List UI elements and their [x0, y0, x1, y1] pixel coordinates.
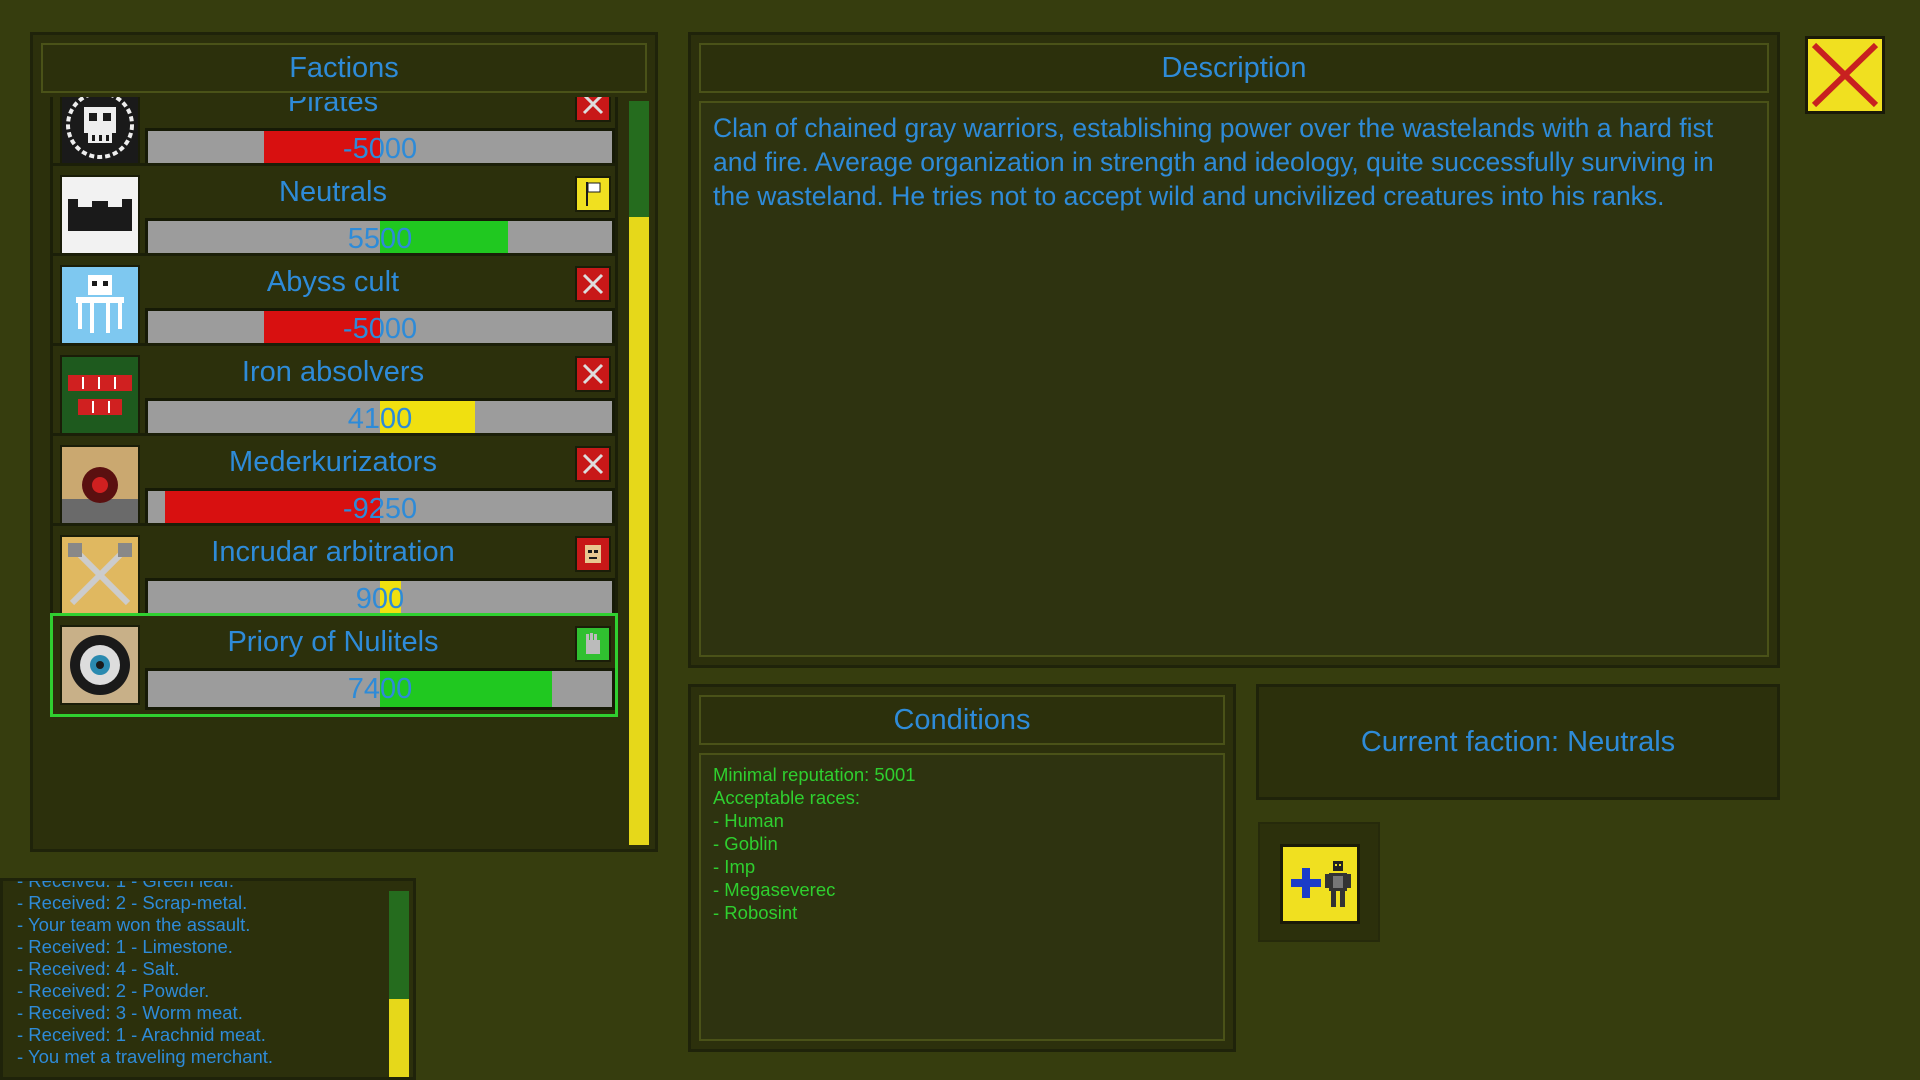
skull-icon	[60, 97, 140, 165]
log-line: - Received: 3 - Worm meat.	[17, 1002, 243, 1023]
condition-line: - Goblin	[713, 833, 778, 854]
log-scroll-thumb[interactable]	[389, 999, 409, 1077]
reputation-value: -9250	[342, 493, 418, 525]
join-faction-icon	[1291, 861, 1351, 907]
condition-line: - Imp	[713, 856, 756, 877]
condition-line: - Robosint	[713, 902, 798, 923]
factions-panel: Factions Pirates -5000 Neutrals 5500 Abyss c…	[30, 32, 658, 852]
mask-icon	[575, 536, 611, 572]
faction-row[interactable]: Mederkurizators -9250	[50, 433, 618, 537]
faction-name: Abyss cult	[266, 266, 400, 298]
reputation-value: 7400	[347, 673, 413, 705]
reputation-bar: 7400	[145, 668, 615, 710]
faction-name: Priory of Nulitels	[227, 626, 439, 658]
condition-line: Minimal reputation: 5001	[713, 764, 916, 785]
log-line: - You met a traveling merchant.	[17, 1046, 274, 1067]
join-faction-button[interactable]	[1280, 844, 1360, 924]
conditions-panel: Conditions Minimal reputation: 5001 Acce…	[688, 684, 1236, 1052]
log-line: - Your team won the assault.	[17, 914, 251, 935]
faction-scroll-thumb[interactable]	[629, 217, 649, 845]
log-line: - Received: 1 - Green leaf.	[17, 881, 234, 892]
close-button[interactable]	[1805, 36, 1885, 114]
faction-name: Mederkurizators	[229, 446, 437, 478]
conditions-body: Minimal reputation: 5001 Acceptable race…	[699, 753, 1225, 1041]
log-line: - Received: 4 - Salt.	[17, 958, 180, 979]
event-log[interactable]: - Received: 1 - Green leaf. - Received: …	[13, 881, 385, 1077]
faction-row[interactable]: Incrudar arbitration 900	[50, 523, 618, 627]
description-panel: Description Clan of chained gray warrior…	[688, 32, 1780, 668]
spiky-creature-icon	[60, 445, 140, 525]
faction-row[interactable]: Neutrals 5500	[50, 163, 618, 267]
factions-title: Factions	[41, 43, 647, 93]
condition-line: Acceptable races:	[713, 787, 861, 808]
faction-name: Neutrals	[279, 176, 387, 208]
faction-row[interactable]: Iron absolvers 4100	[50, 343, 618, 447]
description-body: Clan of chained gray warriors, establish…	[699, 101, 1769, 657]
faction-list[interactable]: Pirates -5000 Neutrals 5500 Abyss cult -5000 I…	[50, 97, 620, 845]
faction-name: Pirates	[287, 97, 379, 118]
log-scrollbar[interactable]	[389, 891, 409, 1077]
conditions-title: Conditions	[699, 695, 1225, 745]
reputation-value: -5000	[342, 313, 418, 345]
crossed-swords-icon	[575, 356, 611, 392]
faction-row[interactable]: Abyss cult -5000	[50, 253, 618, 357]
condition-line: - Megaseverec	[713, 879, 836, 900]
close-icon	[1811, 42, 1879, 108]
condition-line: - Human	[713, 810, 784, 831]
description-title: Description	[699, 43, 1769, 93]
fortress-icon	[60, 175, 140, 255]
reputation-value: -5000	[342, 133, 418, 165]
crossed-swords-icon	[575, 97, 611, 122]
description-text: Clan of chained gray warriors, establish…	[713, 113, 1714, 211]
iron-grid-icon	[60, 355, 140, 435]
faction-name: Iron absolvers	[241, 356, 425, 388]
round-shield-icon	[60, 625, 140, 705]
current-faction-label: Current faction: Neutrals	[1256, 684, 1780, 800]
faction-scrollbar[interactable]	[629, 101, 649, 845]
log-line: - Received: 2 - Scrap-metal.	[17, 892, 248, 913]
log-line: - Received: 2 - Powder.	[17, 980, 210, 1001]
reputation-value: 4100	[347, 403, 413, 435]
faction-row[interactable]: Priory of Nulitels 7400	[50, 613, 618, 717]
join-button-frame	[1258, 822, 1380, 942]
reputation-value: 900	[355, 583, 405, 615]
crossed-axes-icon	[60, 535, 140, 615]
crossed-swords-icon	[575, 446, 611, 482]
tentacle-creature-icon	[60, 265, 140, 345]
flag-icon	[575, 176, 611, 212]
hand-icon	[575, 626, 611, 662]
log-line: - Received: 1 - Arachnid meat.	[17, 1024, 266, 1045]
crossed-swords-icon	[575, 266, 611, 302]
event-log-panel: - Received: 1 - Green leaf. - Received: …	[0, 878, 416, 1080]
reputation-value: 5500	[347, 223, 413, 255]
log-line: - Received: 1 - Limestone.	[17, 936, 233, 957]
faction-name: Incrudar arbitration	[211, 536, 455, 568]
